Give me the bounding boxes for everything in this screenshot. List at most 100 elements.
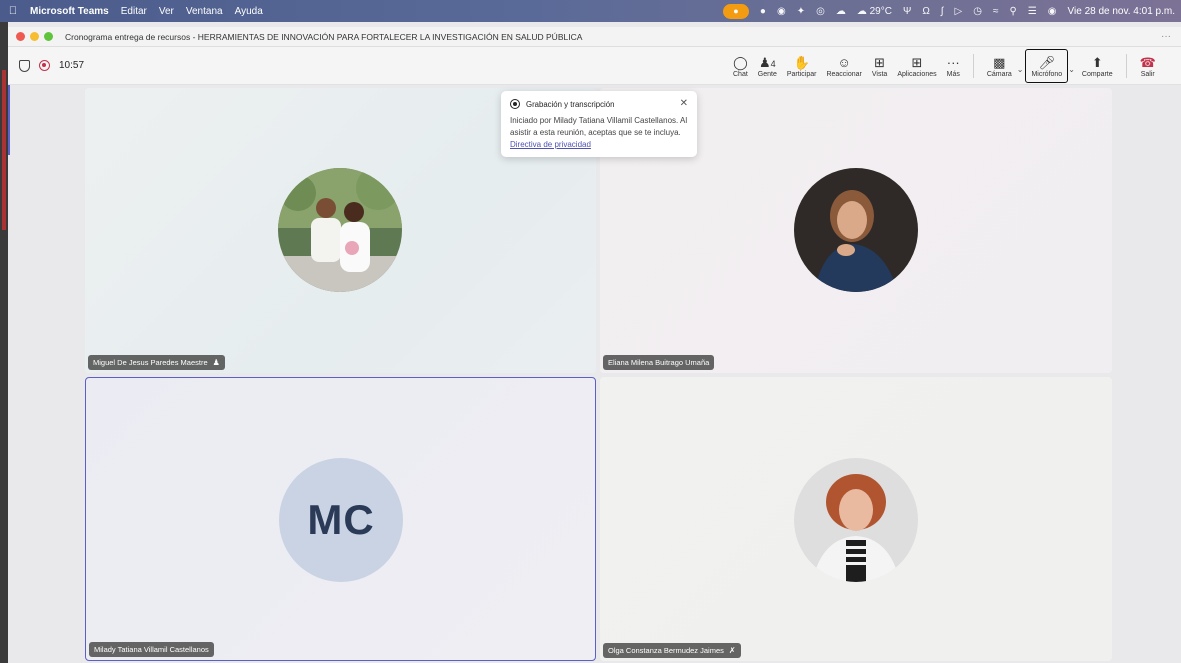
leave-label: Salir [1140, 70, 1155, 78]
target-icon[interactable]: ◎ [816, 6, 825, 17]
cloud-app-icon[interactable]: ☁ [836, 6, 846, 17]
participant-photo [278, 168, 402, 292]
share-button[interactable]: ⬆ Comparte [1077, 49, 1118, 83]
apps-button[interactable]: ⊞ Aplicaciones [892, 49, 941, 83]
raise-hand-icon: ✋ [793, 54, 810, 70]
raise-hand-button[interactable]: ✋ Participar [782, 49, 822, 83]
macos-menubar:  Microsoft Teams Editar Ver Ventana Ayu… [0, 0, 1181, 22]
people-icon: ♟ [212, 358, 220, 367]
minimize-window-button[interactable] [30, 32, 39, 41]
status-area: ● ● ◉ ✦ ◎ ☁ ☁ 29°C Ψ Ω ∫ ▷ ◷ ≈ ⚲ ☰ ◉ Vie… [722, 3, 1175, 19]
accessibility-icon[interactable]: ✦ [797, 6, 805, 17]
window-titlebar: Cronograma entrega de recursos - HERRAMI… [8, 27, 1181, 47]
camera-button[interactable]: ▩ Cámara [982, 49, 1017, 83]
react-label: Reaccionar [826, 70, 862, 78]
toolbar-divider-2 [1125, 54, 1127, 78]
teams-status-icon[interactable]: ● [760, 6, 766, 17]
privacy-policy-link[interactable]: Directiva de privacidad [510, 140, 591, 149]
headphones-icon[interactable]: Ω [922, 6, 929, 17]
close-icon[interactable]: ✕ [680, 98, 688, 109]
apps-icon: ⊞ [911, 54, 923, 70]
leave-button[interactable]: ☎ Salir [1135, 49, 1161, 83]
more-button[interactable]: ··· Más [942, 49, 965, 83]
traffic-lights [16, 32, 53, 41]
window-title: Cronograma entrega de recursos - HERRAMI… [65, 31, 583, 42]
video-tile-3[interactable]: MC Milady Tatiana Villamil Castellanos [85, 377, 596, 661]
camera-off-icon: ▩ [993, 54, 1006, 70]
more-icon: ··· [946, 54, 960, 70]
raise-hand-label: Participar [786, 70, 817, 78]
participant-avatar-initials: MC [279, 458, 403, 582]
participant-name: Eliana Milena Buitrago Umaña [608, 358, 710, 367]
menu-ayuda[interactable]: Ayuda [235, 6, 263, 17]
react-button[interactable]: ☺ Reaccionar [821, 49, 866, 83]
people-count: 4 [770, 58, 776, 69]
menu-app-name[interactable]: Microsoft Teams [30, 6, 109, 17]
grid-view-icon: ⊞ [874, 54, 886, 70]
participant-name-tag: Miguel De Jesus Paredes Maestre ♟ [88, 355, 225, 370]
bluetooth-icon[interactable]: ∫ [941, 6, 944, 17]
notification-body: Iniciado por Milady Tatiana Villamil Cas… [510, 115, 688, 151]
wifi-icon[interactable]: ≈ [993, 6, 999, 17]
people-button[interactable]: ♟4 Gente [753, 49, 782, 83]
toolbar-divider [972, 54, 974, 78]
window-focus-edge [8, 85, 10, 155]
mic-active-icon[interactable]: ● [722, 3, 749, 19]
zoom-window-button[interactable] [44, 32, 53, 41]
mic-options-chevron-icon[interactable]: ⌄ [1068, 65, 1075, 74]
search-icon[interactable]: ⚲ [1009, 6, 1016, 17]
app-status-icon[interactable]: ◉ [777, 6, 786, 17]
recording-icon [510, 99, 520, 109]
menubar-datetime[interactable]: Vie 28 de nov. 4:01 p.m. [1068, 6, 1175, 17]
participant-photo [794, 168, 918, 292]
apple-icon[interactable]:  [6, 5, 20, 17]
weather-temp: 29°C [869, 5, 892, 17]
menu-ver[interactable]: Ver [159, 6, 174, 17]
more-label: Más [946, 70, 960, 78]
camera-label: Cámara [986, 70, 1012, 78]
shield-icon[interactable] [19, 59, 30, 72]
vpn-icon[interactable]: Ψ [903, 6, 911, 17]
window-more-icon[interactable]: ··· [1161, 31, 1171, 42]
siri-icon[interactable]: ◉ [1048, 6, 1057, 17]
microphone-icon: 🎤︎ [1038, 54, 1056, 70]
emoji-icon: ☺ [837, 54, 851, 70]
hang-up-icon: ☎ [1139, 54, 1156, 70]
meeting-toolbar: 10:57 ◯ Chat ♟4 Gente ✋ Participar ☺ Rea… [8, 47, 1181, 85]
close-window-button[interactable] [16, 32, 25, 41]
recording-icon[interactable] [39, 60, 50, 71]
participant-name: Milady Tatiana Villamil Castellanos [94, 645, 209, 654]
woman-photo-illustration [794, 168, 918, 292]
chat-button[interactable]: ◯ Chat [728, 49, 753, 83]
apps-label: Aplicaciones [897, 70, 937, 78]
people-label: Gente [757, 70, 777, 78]
menu-editar[interactable]: Editar [121, 6, 147, 17]
share-label: Comparte [1081, 70, 1113, 78]
camera-options-chevron-icon[interactable]: ⌄ [1017, 65, 1024, 74]
participant-name: Miguel De Jesus Paredes Maestre [93, 358, 208, 367]
recording-notification: Grabación y transcripción ✕ Iniciado por… [501, 91, 697, 157]
woman-portrait-illustration [794, 458, 918, 582]
weather-icon[interactable]: ☁ 29°C [857, 6, 892, 17]
participant-name-tag: Milady Tatiana Villamil Castellanos [89, 642, 214, 657]
menu-ventana[interactable]: Ventana [186, 6, 223, 17]
notification-text: Iniciado por Milady Tatiana Villamil Cas… [510, 116, 688, 137]
view-button[interactable]: ⊞ Vista [867, 49, 892, 83]
share-icon: ⬆ [1091, 54, 1103, 70]
couple-photo-illustration [278, 168, 402, 292]
microphone-button[interactable]: 🎤︎ Micrófono [1025, 49, 1069, 83]
left-window-edge [0, 22, 8, 663]
meeting-timer: 10:57 [59, 60, 85, 71]
control-center-icon[interactable]: ☰ [1028, 6, 1037, 17]
participant-name: Olga Constanza Bermudez Jaimes [608, 646, 724, 655]
play-icon[interactable]: ▷ [955, 6, 963, 17]
clock-icon[interactable]: ◷ [973, 6, 982, 17]
chat-icon: ◯ [733, 54, 748, 70]
view-label: Vista [871, 70, 888, 78]
video-tile-4[interactable]: Olga Constanza Bermudez Jaimes ✗ [600, 377, 1112, 661]
chat-label: Chat [733, 70, 748, 78]
participant-name-tag: Olga Constanza Bermudez Jaimes ✗ [603, 643, 741, 658]
mic-off-icon: ✗ [728, 646, 736, 655]
microphone-label: Micrófono [1031, 70, 1063, 78]
edge-accent [2, 70, 6, 230]
